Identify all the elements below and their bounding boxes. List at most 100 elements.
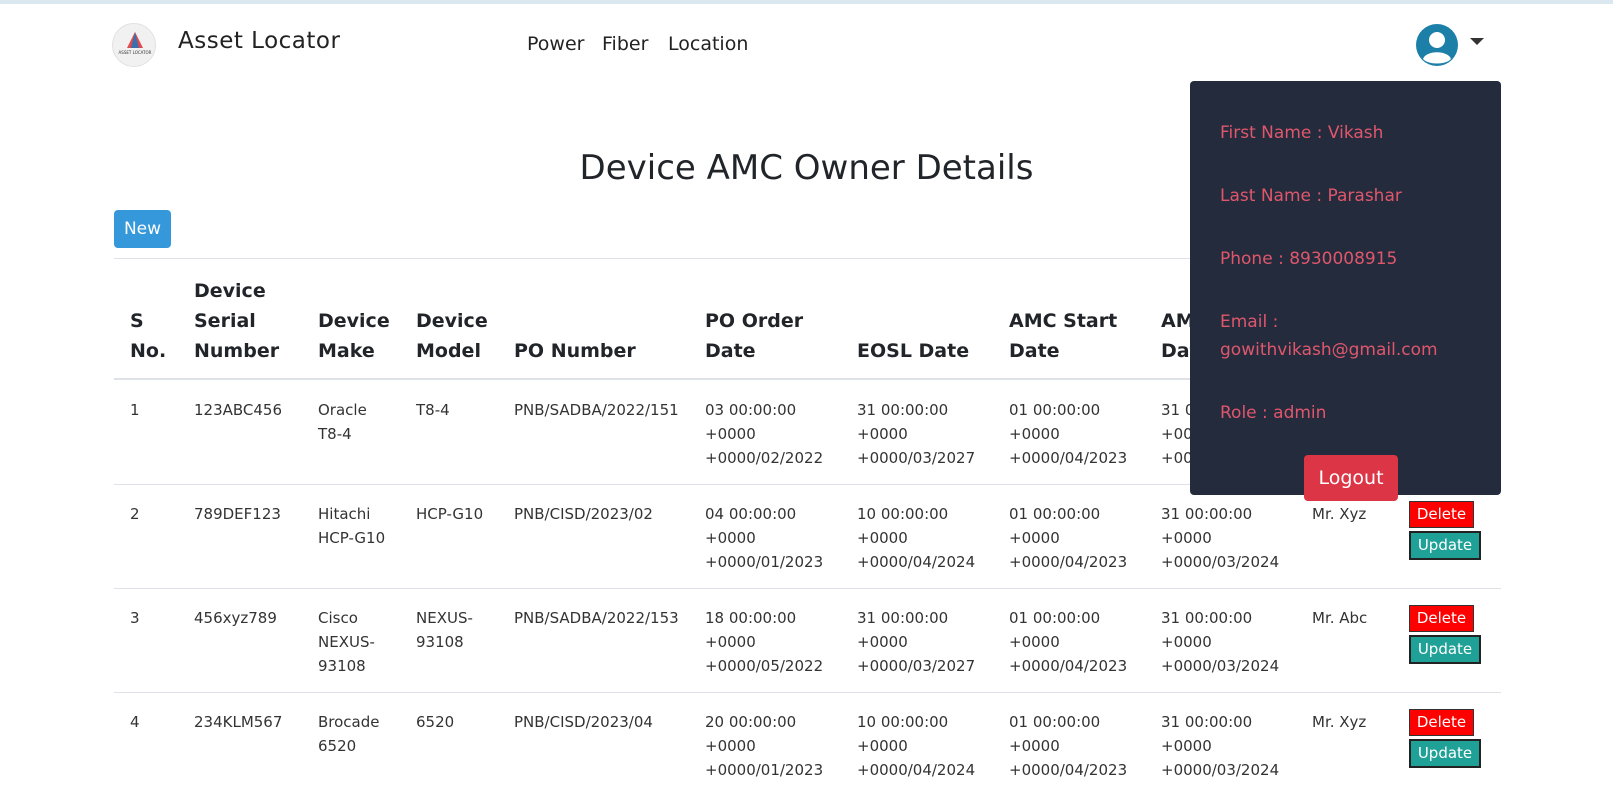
cell-line: +0000 — [857, 737, 908, 755]
asset-locator-logo-icon[interactable]: ASSET LOCATOR — [112, 23, 156, 67]
cell-line: +0000 — [705, 425, 756, 443]
caret-down-icon[interactable] — [1470, 38, 1484, 45]
cell-make: Brocade 6520 — [318, 710, 380, 758]
cell-line: T8-4 — [318, 425, 352, 443]
cell-line: 31 00:00:00 — [857, 609, 949, 627]
profile-role: Role : admin — [1220, 403, 1327, 423]
row-divider — [114, 588, 1501, 589]
cell-line: 01 00:00:00 — [1009, 713, 1101, 731]
cell-sno: 2 — [130, 505, 140, 523]
cell-line: 03 00:00:00 — [705, 401, 797, 419]
cell-line: +0000 — [857, 529, 908, 547]
cell-line: T8-4 — [416, 401, 450, 419]
cell-line: 31 00:00:00 — [1161, 713, 1253, 731]
user-avatar-icon[interactable] — [1415, 23, 1459, 67]
cell-line: +0000 — [705, 737, 756, 755]
cell-line: HCP-G10 — [416, 505, 484, 523]
cell-line: +0000/03/2027 — [857, 657, 976, 675]
update-button[interactable]: Update — [1409, 739, 1481, 768]
cell-line: +0000/04/2024 — [857, 553, 976, 571]
cell-po-date: 04 00:00:00 +0000 +0000/01/2023 — [705, 502, 823, 574]
update-button[interactable]: Update — [1409, 531, 1481, 560]
cell-line: +0000/01/2023 — [705, 553, 824, 571]
delete-button[interactable]: Delete — [1409, 605, 1474, 632]
nav-fiber[interactable]: Fiber — [602, 33, 648, 55]
cell-line: +0000/01/2023 — [705, 761, 824, 779]
cell-line: +0000/03/2024 — [1161, 553, 1280, 571]
header-make: Device Make — [318, 306, 390, 366]
new-button[interactable]: New — [114, 210, 171, 248]
header-line: Serial — [194, 310, 256, 332]
cell-line: +0000 — [1161, 737, 1212, 755]
cell-amc-end: 31 00:00:00 +0000 +0000/03/2024 — [1161, 710, 1279, 782]
header-line: Device — [194, 280, 266, 302]
cell-line: 04 00:00:00 — [705, 505, 797, 523]
cell-line: 6520 — [416, 713, 455, 731]
cell-po-number: PNB/SADBA/2022/151 — [514, 401, 679, 419]
header-line: Device — [318, 310, 390, 332]
cell-make: Cisco NEXUS- 93108 — [318, 606, 375, 678]
cell-po-number: PNB/CISD/2023/04 — [514, 713, 653, 731]
header-line: S — [130, 310, 144, 332]
cell-line: +0000/04/2024 — [857, 761, 976, 779]
cell-amc-end: 31 00:00:00 +0000 +0000/03/2024 — [1161, 502, 1279, 574]
delete-button[interactable]: Delete — [1409, 709, 1474, 736]
logo-text: ASSET LOCATOR — [119, 50, 152, 55]
brand-name[interactable]: Asset Locator — [178, 28, 340, 54]
cell-eosl: 10 00:00:00 +0000 +0000/04/2024 — [857, 502, 975, 574]
cell-line: +0000 — [857, 633, 908, 651]
cell-line: +0000 — [1161, 633, 1212, 651]
header-line: Date — [1009, 340, 1060, 362]
cell-owner: Mr. Xyz — [1312, 713, 1367, 731]
nav-power[interactable]: Power — [527, 33, 584, 55]
cell-line: 31 00:00:00 — [1161, 505, 1253, 523]
logout-button[interactable]: Logout — [1304, 455, 1398, 501]
cell-line: +0000/05/2022 — [705, 657, 824, 675]
cell-line: +0000/03/2024 — [1161, 657, 1280, 675]
header-line: PO Number — [514, 340, 636, 362]
row-divider — [114, 692, 1501, 693]
cell-line: +0000 — [1009, 425, 1060, 443]
header-eosl: EOSL Date — [857, 336, 969, 366]
cell-line: HCP-G10 — [318, 529, 386, 547]
cell-eosl: 10 00:00:00 +0000 +0000/04/2024 — [857, 710, 975, 782]
cell-line: 6520 — [318, 737, 357, 755]
cell-eosl: 31 00:00:00 +0000 +0000/03/2027 — [857, 606, 975, 678]
header-serial: Device Serial Number — [194, 276, 279, 366]
cell-line: +0000 — [1009, 737, 1060, 755]
cell-line: +0000/03/2027 — [857, 449, 976, 467]
cell-line: +0000/04/2023 — [1009, 449, 1128, 467]
profile-dropdown: First Name : Vikash Last Name : Parashar… — [1190, 81, 1501, 501]
header-line: Make — [318, 340, 375, 362]
header-line: AMC Start — [1009, 310, 1118, 332]
profile-phone: Phone : 8930008915 — [1220, 249, 1398, 269]
cell-line: 20 00:00:00 — [705, 713, 797, 731]
cell-amc-end: 31 00:00:00 +0000 +0000/03/2024 — [1161, 606, 1279, 678]
header-amc-start: AMC Start Date — [1009, 306, 1117, 366]
cell-po-date: 18 00:00:00 +0000 +0000/05/2022 — [705, 606, 823, 678]
delete-button[interactable]: Delete — [1409, 501, 1474, 528]
cell-line: +0000 — [857, 425, 908, 443]
cell-make: Hitachi HCP-G10 — [318, 502, 385, 550]
update-button[interactable]: Update — [1409, 635, 1481, 664]
cell-line: +0000/03/2024 — [1161, 761, 1280, 779]
cell-po-number: PNB/CISD/2023/02 — [514, 505, 653, 523]
header-sno: S No. — [130, 306, 166, 366]
cell-serial: 123ABC456 — [194, 401, 283, 419]
cell-line: +0000/04/2023 — [1009, 553, 1128, 571]
cell-line: +0000 — [1009, 529, 1060, 547]
cell-line: 10 00:00:00 — [857, 505, 949, 523]
cell-amc-start: 01 00:00:00 +0000 +0000/04/2023 — [1009, 502, 1127, 574]
cell-line: NEXUS- — [318, 633, 375, 651]
cell-line: +0000 — [705, 633, 756, 651]
header-line: Number — [194, 340, 280, 362]
cell-sno: 1 — [130, 401, 140, 419]
cell-line: +0000 — [1009, 633, 1060, 651]
cell-model: HCP-G10 — [416, 502, 483, 526]
header-model: Device Model — [416, 306, 488, 366]
nav-location[interactable]: Location — [668, 33, 748, 55]
cell-line: Hitachi — [318, 505, 371, 523]
header-po-date: PO Order Date — [705, 306, 803, 366]
cell-line: 18 00:00:00 — [705, 609, 797, 627]
cell-line: 31 00:00:00 — [857, 401, 949, 419]
